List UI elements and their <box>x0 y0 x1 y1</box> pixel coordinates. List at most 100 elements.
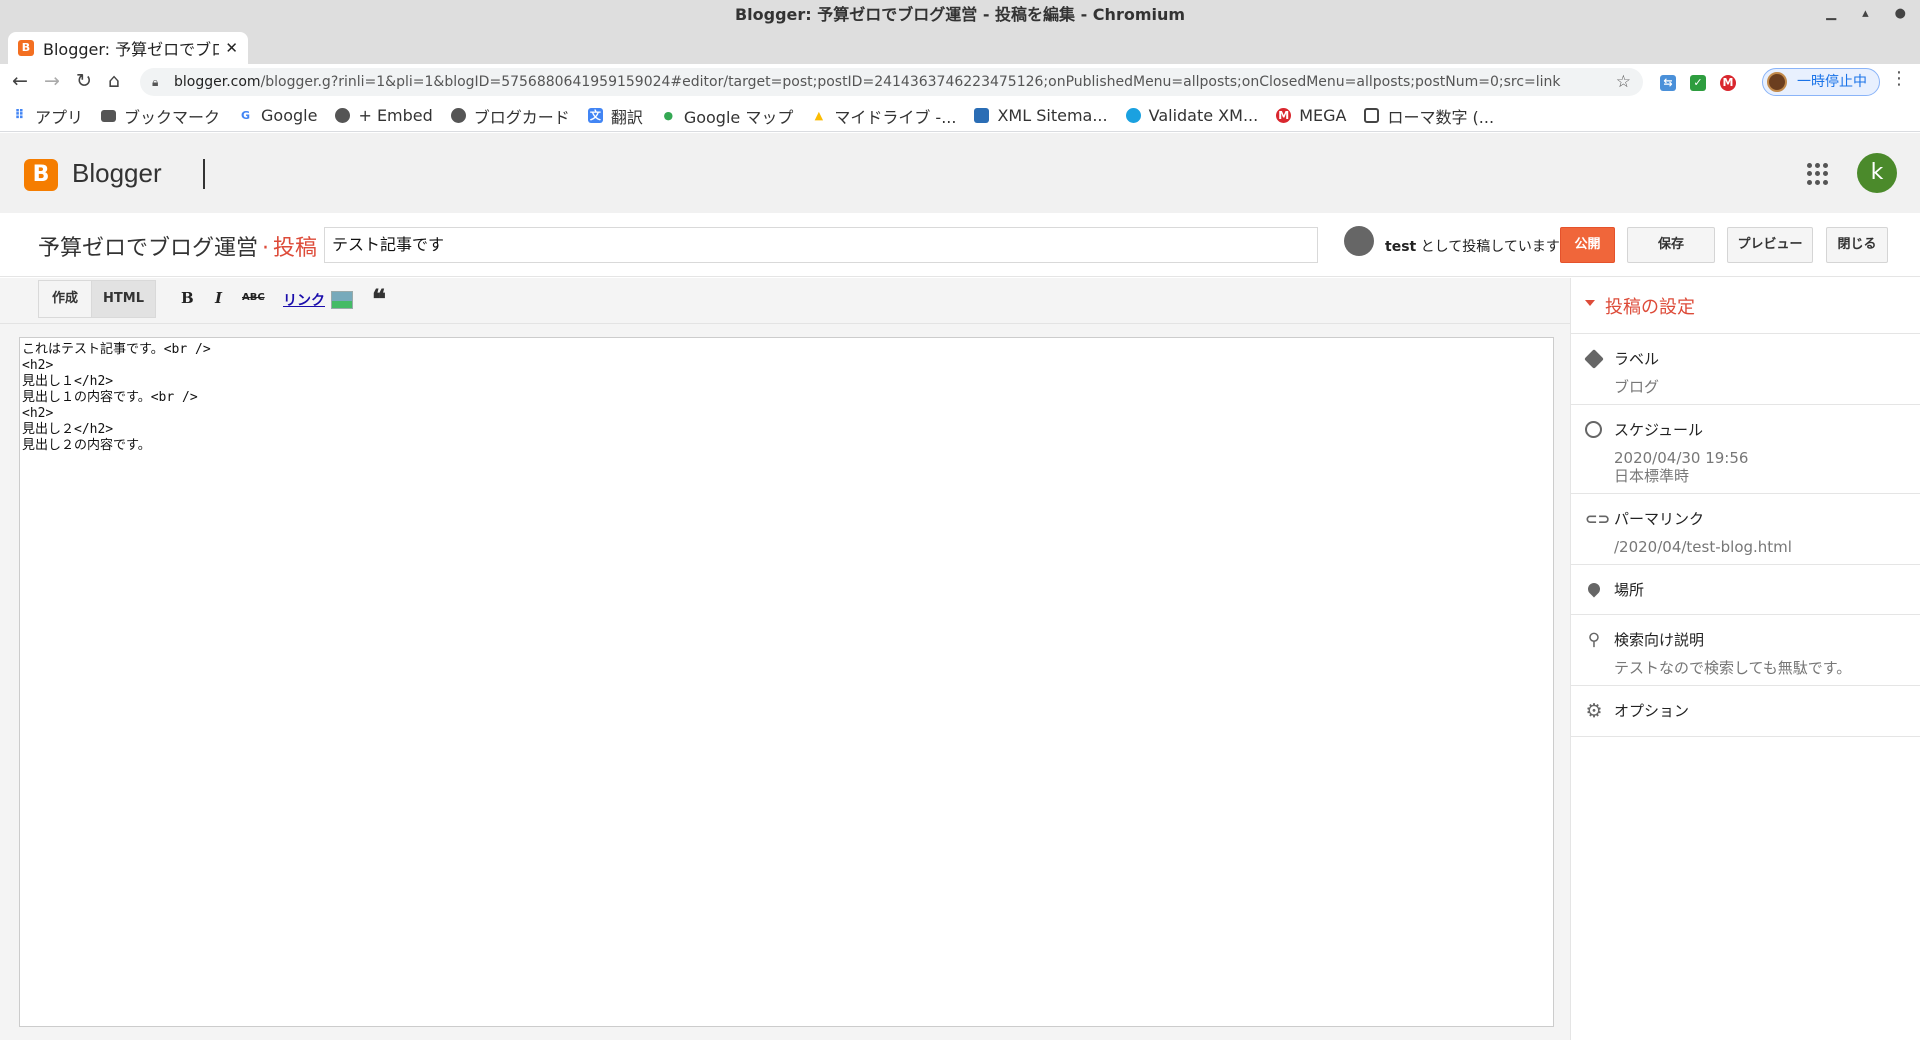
tab-strip: B Blogger: 予算ゼロでブロ ✕ + <box>0 30 1920 89</box>
window-titlebar: Blogger: 予算ゼロでブログ運営 - 投稿を編集 - Chromium ▁… <box>0 0 1920 30</box>
apps-grid-icon[interactable] <box>1807 163 1829 185</box>
save-button[interactable]: 保存 <box>1627 227 1715 263</box>
link-button[interactable]: リンク <box>283 290 325 310</box>
sidebar-item-location[interactable]: 場所 <box>1571 565 1920 615</box>
tab-compose[interactable]: 作成 <box>38 280 92 318</box>
back-icon[interactable]: ← <box>12 70 28 92</box>
bookmark-star-icon[interactable]: ☆ <box>1616 68 1631 96</box>
bold-button[interactable]: B <box>181 289 194 307</box>
options-title: オプション <box>1614 702 1690 720</box>
blogger-logo-icon[interactable]: B <box>24 159 58 191</box>
sidebar-item-search-description[interactable]: ⚲ 検索向け説明 テストなので検索しても無駄です。 <box>1571 615 1920 686</box>
post-header: 予算ゼロでブログ運営 · 投稿 テスト記事です test として投稿しています 公開… <box>0 213 1920 277</box>
profile-paused-button[interactable]: 一時停止中 <box>1762 68 1880 96</box>
author-name: test <box>1385 239 1417 255</box>
doc-icon <box>1364 108 1380 123</box>
post-title-input[interactable]: テスト記事です <box>324 227 1318 263</box>
bookmark-maps[interactable]: ● Google マップ <box>661 104 794 128</box>
preview-button[interactable]: プレビュー <box>1727 227 1813 263</box>
blogger-favicon-icon: B <box>18 40 34 56</box>
location-title: 場所 <box>1614 581 1645 599</box>
bookmark-roman[interactable]: ローマ数字 (... <box>1364 104 1494 128</box>
labels-value: ブログ <box>1614 378 1660 396</box>
tab-close-icon[interactable]: ✕ <box>225 39 238 57</box>
home-icon[interactable]: ⌂ <box>108 70 120 92</box>
tab-html[interactable]: HTML <box>91 280 156 318</box>
globe-icon <box>450 108 466 123</box>
italic-button[interactable]: I <box>215 289 222 307</box>
address-bar[interactable]: 🔒︎ blogger.com/blogger.g?rinli=1&pli=1&b… <box>140 68 1643 96</box>
bookmark-blogcard[interactable]: ブログカード <box>450 104 570 128</box>
html-editor-textarea[interactable]: これはテスト記事です。<br /> <h2> 見出し１</h2> 見出し１の内容… <box>19 337 1554 1027</box>
labels-title: ラベル <box>1614 350 1660 368</box>
sidebar-item-options[interactable]: ⚙ オプション <box>1571 686 1920 737</box>
permalink-title: パーマリンク <box>1614 510 1705 528</box>
schedule-timezone: 日本標準時 <box>1614 467 1690 485</box>
apps-icon: ⠿ <box>14 108 25 123</box>
breadcrumb-separator: · <box>262 236 270 261</box>
bookmark-drive[interactable]: ▲ マイドライブ -... <box>811 104 957 128</box>
search-description-title: 検索向け説明 <box>1614 631 1705 649</box>
blockquote-icon[interactable]: ❝ <box>372 285 386 315</box>
insert-image-icon[interactable] <box>331 291 353 309</box>
browser-toolbar: ← → ↻ ⌂ 🔒︎ blogger.com/blogger.g?rinli=1… <box>0 64 1920 100</box>
url-host: blogger.com <box>174 74 261 90</box>
bookmark-apps[interactable]: ⠿ アプリ <box>12 104 83 128</box>
location-pin-icon <box>1585 580 1603 599</box>
sidebar-item-labels[interactable]: ラベル ブログ <box>1571 334 1920 405</box>
extension-mega-icon[interactable]: M <box>1720 75 1736 91</box>
maps-icon: ● <box>663 109 674 122</box>
bookmark-google[interactable]: G Google <box>238 106 317 125</box>
sidebar-item-permalink[interactable]: ⊂⊃ パーマリンク /2020/04/test-blog.html <box>1571 494 1920 565</box>
bookmark-embed[interactable]: + Embed <box>335 106 433 125</box>
publish-button[interactable]: 公開 <box>1560 227 1615 263</box>
bookmark-translate[interactable]: 文翻訳 <box>587 104 643 128</box>
bookmarks-bar: ⠿ アプリ ブックマーク G Google + Embed ブログカード 文翻訳 ●… <box>0 100 1920 132</box>
divider <box>203 159 205 189</box>
maximize-icon[interactable]: ▴ <box>1862 0 1869 30</box>
blog-name[interactable]: 予算ゼロでブログ運営 <box>38 236 258 261</box>
user-avatar[interactable]: k <box>1857 153 1897 193</box>
editor-area: これはテスト記事です。<br /> <h2> 見出し１</h2> 見出し１の内容… <box>0 324 1570 1040</box>
sidebar-item-schedule[interactable]: スケジュール 2020/04/30 19:56 日本標準時 <box>1571 405 1920 494</box>
bookmark-validate[interactable]: Validate XM... <box>1125 106 1258 125</box>
mega-icon: M <box>1276 108 1292 123</box>
author-suffix: として投稿しています <box>1416 239 1560 255</box>
sitemap-icon <box>974 108 990 123</box>
bookmark-sitemap[interactable]: XML Sitema... <box>974 106 1108 125</box>
schedule-title: スケジュール <box>1614 421 1703 439</box>
close-button[interactable]: 閉じる <box>1826 227 1888 263</box>
profile-status: 一時停止中 <box>1797 74 1867 90</box>
post-settings-header[interactable]: 投稿の設定 <box>1571 278 1920 334</box>
folder-icon <box>101 109 117 122</box>
brand-name[interactable]: Blogger <box>72 158 162 189</box>
extension-check-icon[interactable]: ✓ <box>1690 75 1706 91</box>
post-settings-sidebar: 投稿の設定 ラベル ブログ スケジュール 2020/04/30 19:56 日本… <box>1570 278 1920 1040</box>
close-window-icon[interactable]: ● <box>1895 0 1906 30</box>
clock-icon <box>1585 421 1603 439</box>
collapse-triangle-icon <box>1585 300 1595 306</box>
strikethrough-button[interactable]: ABC <box>242 292 265 303</box>
author-avatar <box>1344 226 1374 256</box>
bookmark-folder[interactable]: ブックマーク <box>101 104 220 128</box>
drive-icon: ▲ <box>814 109 824 122</box>
forward-icon[interactable]: → <box>44 70 60 92</box>
lock-icon: 🔒︎ <box>152 75 159 89</box>
profile-avatar <box>1767 72 1787 92</box>
google-icon: G <box>241 109 251 122</box>
blogger-app-bar: B Blogger k <box>0 133 1920 213</box>
reload-icon[interactable]: ↻ <box>76 70 92 92</box>
bookmark-mega[interactable]: M MEGA <box>1276 106 1346 125</box>
search-icon: ⚲ <box>1587 630 1601 650</box>
minimize-icon[interactable]: ▁ <box>1826 0 1836 30</box>
schedule-date: 2020/04/30 19:56 <box>1614 449 1749 467</box>
translate-icon: 文 <box>587 108 603 123</box>
url-path: /blogger.g?rinli=1&pli=1&blogID=57568806… <box>260 74 1561 90</box>
browser-menu-icon[interactable]: ⋮ <box>1890 68 1908 89</box>
extension-translate-icon[interactable]: ⇆ <box>1660 75 1676 91</box>
section-name: 投稿 <box>273 236 318 261</box>
browser-tab[interactable]: B Blogger: 予算ゼロでブロ ✕ <box>8 32 248 64</box>
globe-icon <box>1125 108 1141 123</box>
author-status: test として投稿しています <box>1385 236 1560 256</box>
window-title: Blogger: 予算ゼロでブログ運営 - 投稿を編集 - Chromium <box>734 5 1186 24</box>
